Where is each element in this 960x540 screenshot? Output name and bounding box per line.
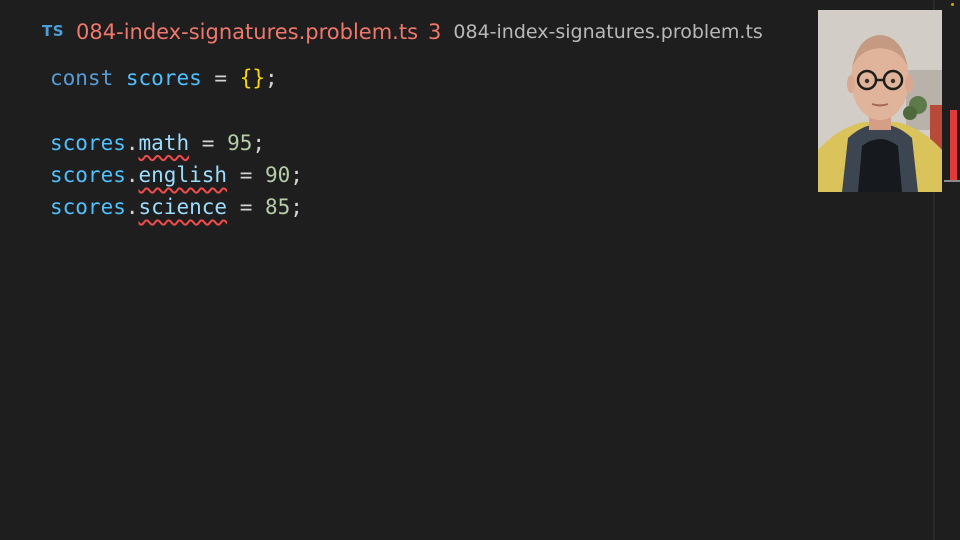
code-line-5[interactable]: scores.science = 85; (50, 191, 303, 223)
problem-count-badge: 3 (428, 20, 442, 44)
variable-scores: scores (50, 195, 126, 220)
warning-marker (951, 3, 954, 6)
code-line-4[interactable]: scores.english = 90; (50, 159, 303, 191)
number-literal: 95 (227, 130, 253, 155)
code-line-3[interactable]: scores.math = 95; (50, 127, 303, 159)
semicolon: ; (252, 130, 266, 155)
breadcrumb[interactable]: 084-index-signatures.problem.ts (453, 21, 762, 43)
operator-assign: = (201, 130, 215, 155)
property-science-error[interactable]: science (139, 195, 228, 219)
keyword-const: const (50, 66, 114, 90)
semicolon: ; (265, 66, 278, 90)
operator-assign: = (239, 162, 253, 187)
dot: . (125, 162, 139, 187)
variable-scores: scores (125, 66, 202, 90)
number-literal: 90 (265, 162, 291, 187)
presenter-video-image (818, 10, 942, 192)
variable-scores: scores (50, 162, 126, 187)
scrollbar-thumb[interactable] (944, 180, 960, 182)
operator-assign: = (239, 195, 253, 220)
variable-scores: scores (50, 130, 126, 155)
semicolon: ; (290, 195, 303, 220)
property-english-error[interactable]: english (139, 163, 228, 187)
scrollbar-error-marker[interactable] (950, 110, 957, 182)
number-literal: 85 (265, 195, 291, 220)
semicolon: ; (290, 162, 303, 187)
operator-assign: = (214, 66, 228, 90)
object-literal-braces: {} (239, 66, 265, 90)
code-line-1[interactable]: const scores = {}; (50, 62, 303, 94)
dot: . (125, 130, 139, 155)
webcam-overlay (818, 10, 942, 192)
code-line-empty[interactable] (50, 94, 303, 126)
dot: . (125, 195, 139, 220)
editor-tab[interactable]: TS 084-index-signatures.problem.ts 3 084… (0, 0, 810, 64)
typescript-icon: TS (42, 21, 65, 40)
tab-filename[interactable]: 084-index-signatures.problem.ts (76, 20, 418, 44)
code-editor[interactable]: const scores = {}; scores.math = 95; sco… (50, 62, 303, 223)
property-math-error[interactable]: math (139, 131, 190, 155)
